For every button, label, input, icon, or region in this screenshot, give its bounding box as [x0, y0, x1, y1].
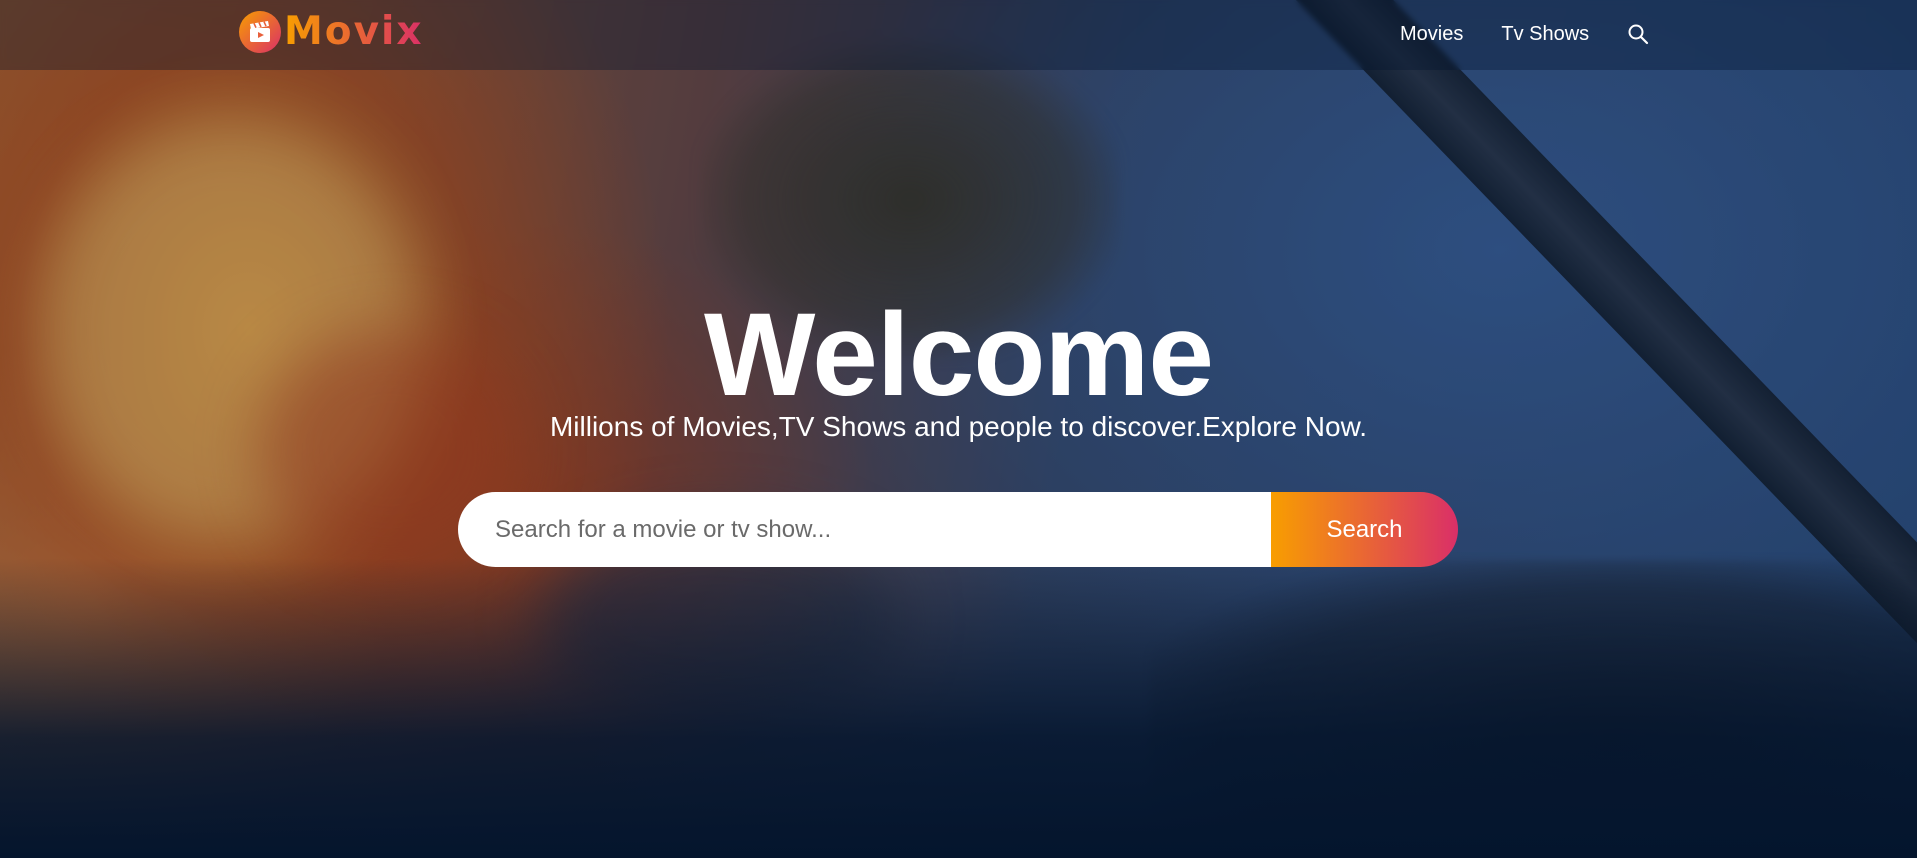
search-icon[interactable]: [1627, 23, 1649, 45]
site-header: Movix Movies Tv Shows: [0, 0, 1917, 70]
main-nav: Movies Tv Shows: [1400, 0, 1649, 68]
search-button[interactable]: Search: [1271, 492, 1458, 567]
clapperboard-icon: [239, 11, 281, 53]
hero-subtitle: Millions of Movies,TV Shows and people t…: [549, 411, 1368, 442]
hero-title: Welcome: [704, 289, 1214, 421]
logo-text: Movix: [284, 9, 424, 54]
search-bar: Search: [458, 492, 1458, 567]
nav-movies[interactable]: Movies: [1400, 23, 1463, 46]
bottom-fade: [0, 558, 1917, 858]
logo[interactable]: Movix: [239, 9, 424, 55]
search-input[interactable]: [458, 492, 1271, 567]
nav-tv-shows[interactable]: Tv Shows: [1501, 23, 1589, 46]
